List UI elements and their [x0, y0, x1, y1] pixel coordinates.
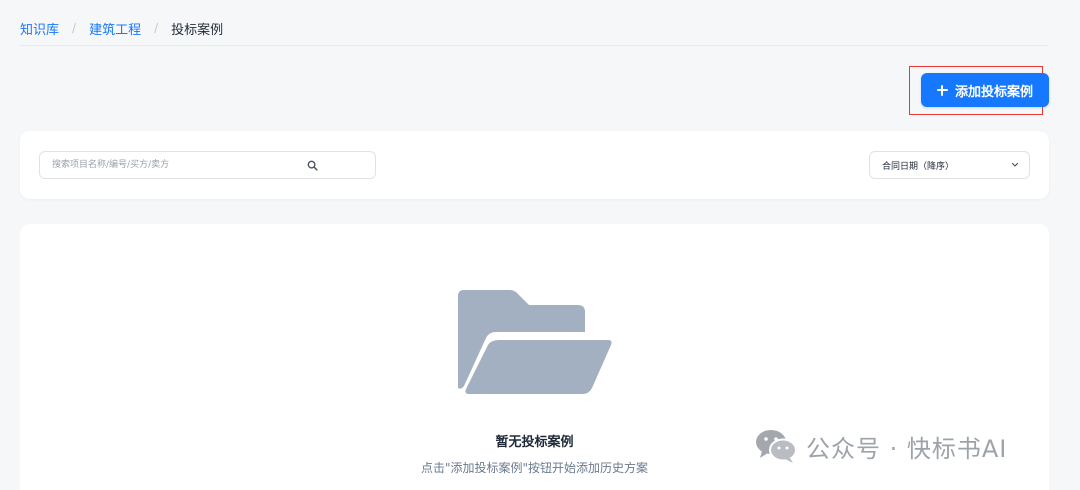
search-box — [39, 151, 376, 179]
breadcrumb-link-knowledge-base[interactable]: 知识库 — [20, 19, 59, 38]
breadcrumb: 知识库 / 建筑工程 / 投标案例 — [20, 18, 223, 38]
sort-selected-value: 合同日期（降序） — [882, 161, 955, 172]
add-bid-case-button[interactable]: 添加投标案例 — [921, 73, 1049, 107]
breadcrumb-link-construction[interactable]: 建筑工程 — [89, 19, 141, 38]
folder-open-icon — [458, 290, 612, 394]
breadcrumb-current: 投标案例 — [171, 22, 224, 38]
add-bid-case-label: 添加投标案例 — [954, 84, 1033, 100]
plus-icon — [936, 84, 948, 96]
watermark: 公众号 · 快标书AI — [754, 426, 1007, 466]
filter-card: 合同日期（降序） — [20, 131, 1049, 199]
breadcrumb-separator: / — [72, 21, 77, 35]
search-icon[interactable] — [307, 160, 318, 171]
page: 知识库 / 建筑工程 / 投标案例 添加投标案例 合同日期（降序） — [0, 0, 1080, 490]
sort-select[interactable]: 合同日期（降序） — [869, 151, 1030, 179]
chevron-down-icon — [1011, 162, 1019, 167]
wechat-icon — [756, 430, 797, 463]
search-input[interactable] — [52, 152, 302, 178]
header-divider — [20, 45, 1048, 46]
watermark-text: 公众号 · 快标书AI — [806, 434, 1008, 463]
breadcrumb-separator: / — [154, 21, 159, 35]
